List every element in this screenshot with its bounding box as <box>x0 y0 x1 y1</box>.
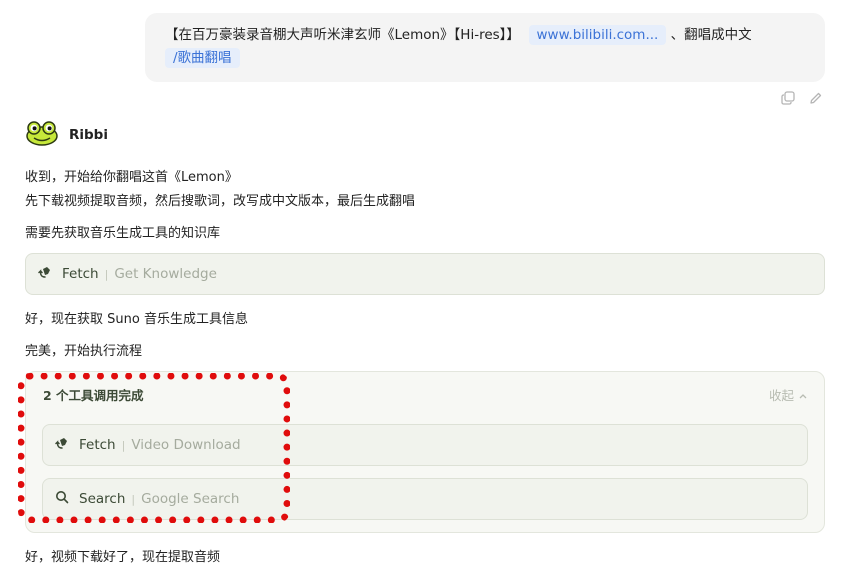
bot-message: 先下载视频提取音频，然后搜歌词，改写成中文版本，最后生成翻唱 <box>25 194 416 209</box>
tool-name: Fetch <box>79 437 116 453</box>
chevron-up-icon <box>799 387 807 402</box>
user-message-suffix: 、翻唱成中文 <box>670 27 752 43</box>
tool-desc: Video Download <box>131 437 241 453</box>
tool-name: Fetch <box>62 266 99 282</box>
tool-call-fetch-knowledge[interactable]: Fetch | Get Knowledge <box>25 253 825 295</box>
copy-icon[interactable] <box>781 91 795 105</box>
tool-name: Search <box>79 491 126 507</box>
fetch-icon <box>38 265 52 283</box>
tool-call-search[interactable]: Search | Google Search <box>42 478 808 520</box>
fetch-icon <box>55 436 69 454</box>
tool-separator: | <box>131 492 136 506</box>
edit-icon[interactable] <box>809 91 823 105</box>
tool-group-panel: 2 个工具调用完成 收起 Fetch | Video Download Sear… <box>25 371 825 533</box>
bot-message: 好，视频下载好了，现在提取音频 <box>25 550 221 565</box>
tool-desc: Google Search <box>141 491 240 507</box>
tool-separator: | <box>104 267 109 281</box>
message-actions <box>781 91 823 105</box>
collapse-button[interactable]: 收起 <box>769 385 807 404</box>
tool-group-title: 2 个工具调用完成 <box>43 388 144 403</box>
tool-desc: Get Knowledge <box>114 266 217 282</box>
collapse-label: 收起 <box>768 388 794 403</box>
bot-message: 好，现在获取 Suno 音乐生成工具信息 <box>25 312 248 327</box>
bot-header: Ribbi <box>25 120 108 150</box>
bot-message: 需要先获取音乐生成工具的知识库 <box>25 226 221 241</box>
command-chip[interactable]: /歌曲翻唱 <box>165 48 240 68</box>
tool-separator: | <box>121 438 126 452</box>
bot-message: 完美，开始执行流程 <box>25 344 143 359</box>
frog-avatar-icon <box>25 120 59 150</box>
user-message-text: 【在百万豪装录音棚大声听米津玄师《Lemon》【Hi-res】】 <box>165 27 520 43</box>
bot-message: 收到，开始给你翻唱这首《Lemon》 <box>25 170 238 185</box>
search-icon <box>55 490 69 508</box>
tool-call-fetch-video[interactable]: Fetch | Video Download <box>42 424 808 466</box>
user-message-bubble: 【在百万豪装录音棚大声听米津玄师《Lemon》【Hi-res】】 www.bil… <box>145 13 825 82</box>
bilibili-link[interactable]: www.bilibili.com... <box>528 25 667 45</box>
bot-name: Ribbi <box>69 127 108 143</box>
